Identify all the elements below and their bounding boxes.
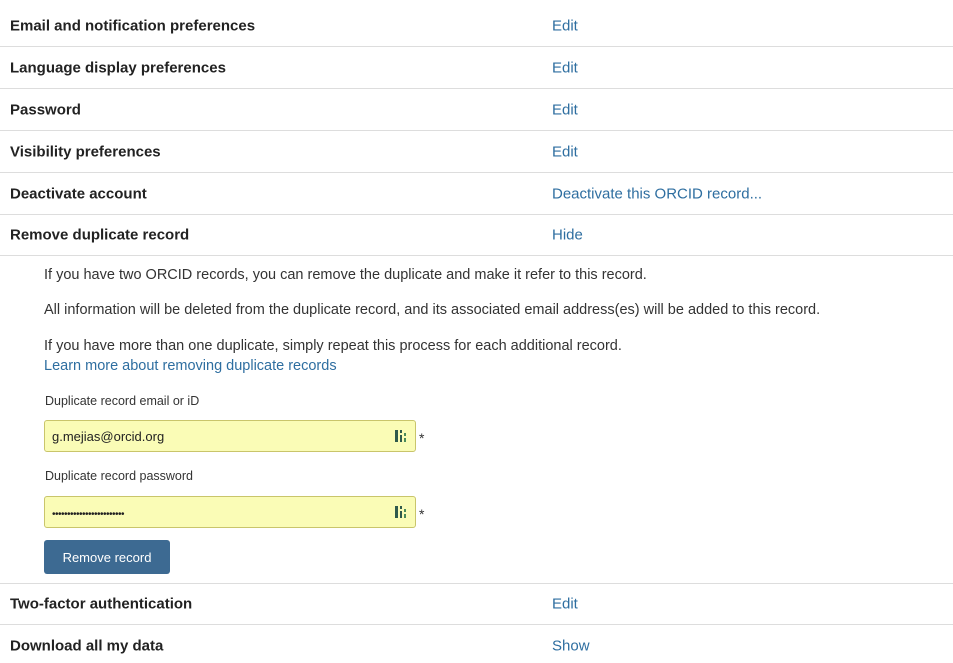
duplicate-email-field-box bbox=[44, 420, 416, 452]
duplicate-email-input[interactable] bbox=[52, 427, 382, 445]
deactivate-record-link[interactable]: Deactivate this ORCID record... bbox=[552, 186, 762, 203]
settings-row-password: Password Edit bbox=[0, 90, 953, 131]
required-marker: * bbox=[419, 430, 425, 446]
password-manager-key-icon[interactable] bbox=[395, 505, 409, 519]
settings-row-email-notifications: Email and notification preferences Edit bbox=[0, 6, 953, 47]
settings-row-label: Password bbox=[10, 101, 81, 119]
duplicate-password-label: Duplicate record password bbox=[45, 469, 193, 483]
edit-language-link[interactable]: Edit bbox=[552, 60, 578, 77]
settings-row-deactivate: Deactivate account Deactivate this ORCID… bbox=[0, 174, 953, 215]
show-download-data-link[interactable]: Show bbox=[552, 637, 590, 654]
edit-password-link[interactable]: Edit bbox=[552, 102, 578, 119]
settings-row-label: Language display preferences bbox=[10, 59, 226, 77]
duplicate-email-label: Duplicate record email or iD bbox=[45, 394, 200, 408]
duplicate-intro-text: If you have two ORCID records, you can r… bbox=[44, 267, 647, 283]
settings-row-label: Deactivate account bbox=[10, 185, 147, 203]
remove-record-button[interactable]: Remove record bbox=[44, 540, 170, 574]
duplicate-password-input[interactable] bbox=[52, 505, 382, 523]
duplicate-repeat-text: If you have more than one duplicate, sim… bbox=[44, 338, 622, 354]
remove-duplicate-panel: If you have two ORCID records, you can r… bbox=[0, 256, 953, 584]
settings-row-remove-duplicate: Remove duplicate record Hide bbox=[0, 215, 953, 256]
settings-row-language: Language display preferences Edit bbox=[0, 48, 953, 89]
settings-row-label: Download all my data bbox=[10, 637, 164, 654]
duplicate-warning-text: All information will be deleted from the… bbox=[44, 302, 821, 318]
hide-remove-duplicate-link[interactable]: Hide bbox=[552, 227, 583, 244]
required-marker: * bbox=[419, 506, 425, 522]
settings-row-visibility: Visibility preferences Edit bbox=[0, 132, 953, 173]
settings-row-label: Email and notification preferences bbox=[10, 17, 256, 35]
password-manager-key-icon[interactable] bbox=[395, 429, 409, 443]
settings-row-download-data: Download all my data Show bbox=[0, 625, 953, 663]
edit-email-notifications-link[interactable]: Edit bbox=[552, 18, 578, 35]
learn-more-duplicates-link[interactable]: Learn more about removing duplicate reco… bbox=[44, 358, 337, 374]
edit-visibility-link[interactable]: Edit bbox=[552, 144, 578, 161]
settings-row-two-factor: Two-factor authentication Edit bbox=[0, 584, 953, 625]
duplicate-password-field-box bbox=[44, 496, 416, 528]
account-settings-page: Email and notification preferences Edit … bbox=[0, 0, 953, 663]
settings-row-label: Two-factor authentication bbox=[10, 595, 193, 613]
settings-row-label: Visibility preferences bbox=[10, 143, 161, 161]
edit-two-factor-link[interactable]: Edit bbox=[552, 596, 578, 613]
settings-row-label: Remove duplicate record bbox=[10, 226, 190, 244]
